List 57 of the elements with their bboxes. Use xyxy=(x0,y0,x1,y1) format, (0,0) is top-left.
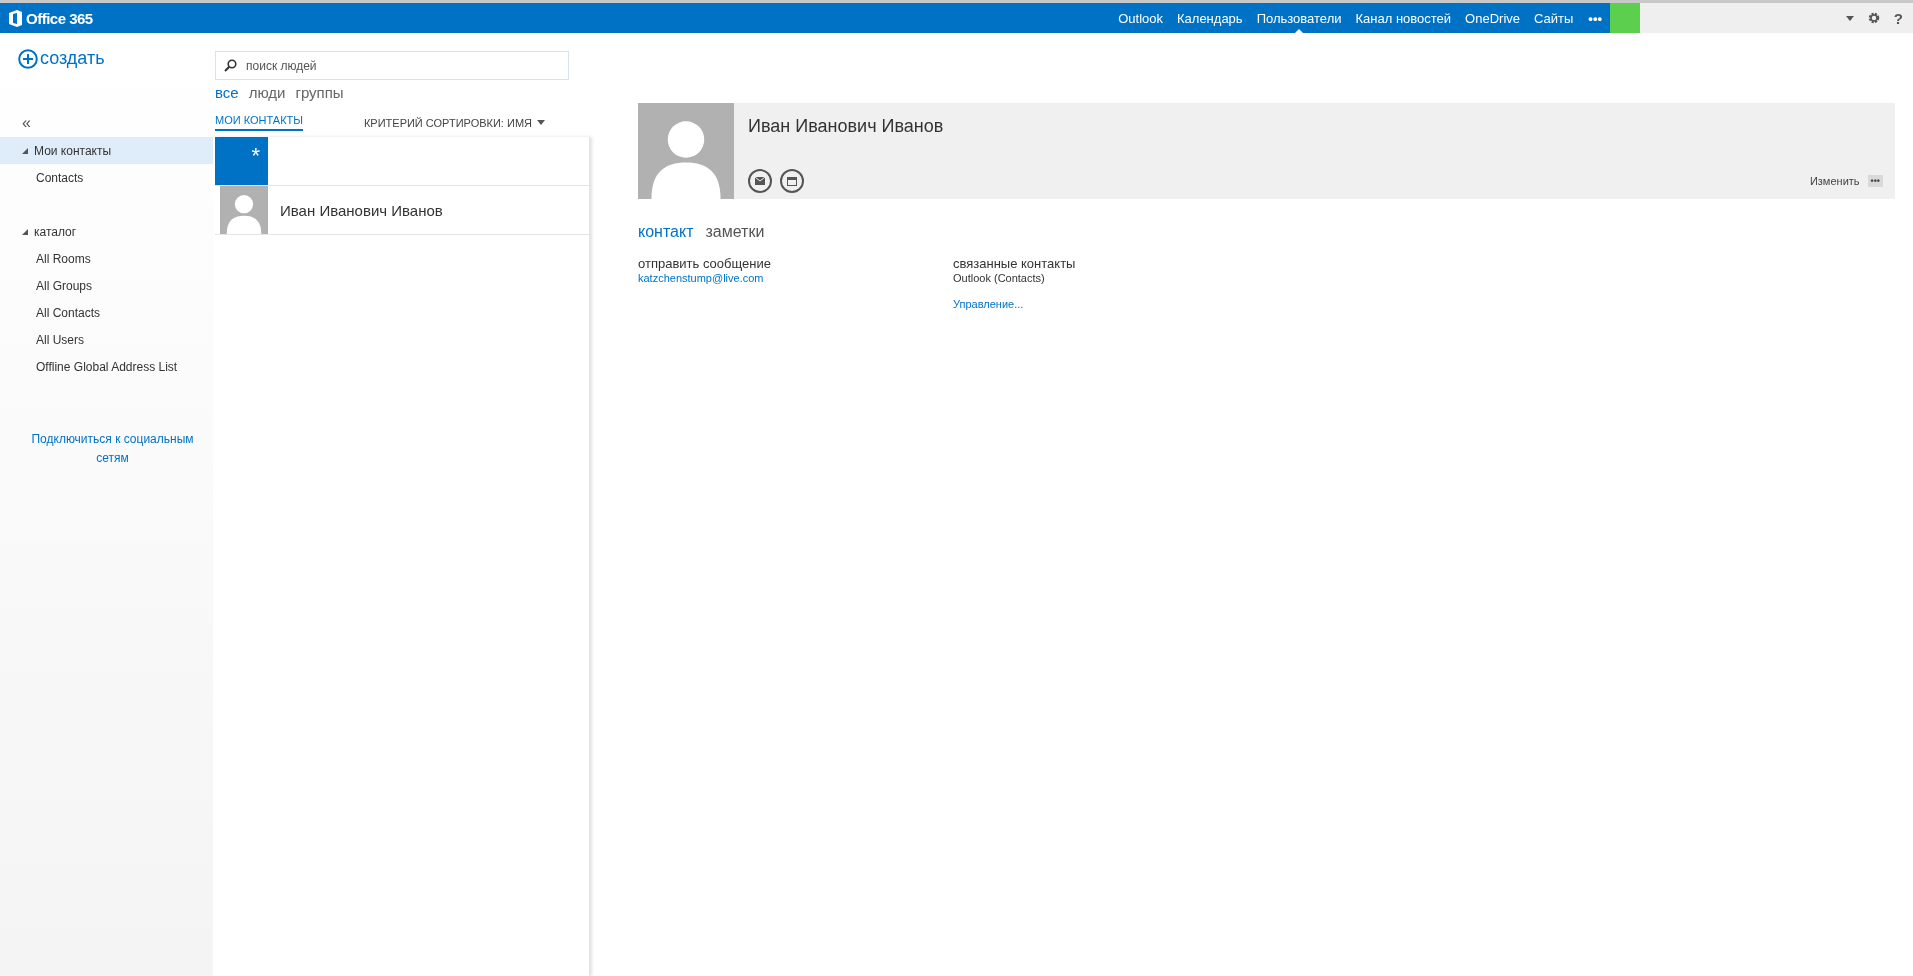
profile-name: Иван Иванович Иванов xyxy=(748,116,945,137)
avatar-icon xyxy=(220,186,268,234)
calendar-button[interactable] xyxy=(780,169,804,193)
nav-link[interactable]: Сайты xyxy=(1527,3,1581,33)
group-letter-tile: * xyxy=(215,137,268,185)
collapse-button[interactable]: « xyxy=(22,115,213,131)
folder-item[interactable]: All Users xyxy=(0,326,213,353)
filter-tab[interactable]: все xyxy=(215,84,239,101)
list-tab[interactable]: МОИ КОНТАКТЫ xyxy=(215,114,304,131)
plus-circle-icon xyxy=(18,48,38,69)
expand-triangle-icon[interactable] xyxy=(22,228,28,235)
section-heading: связанные контакты xyxy=(953,256,1077,271)
search-field[interactable]: поиск людей xyxy=(215,51,569,80)
app-logo[interactable]: Office 365 xyxy=(0,3,93,33)
search-icon xyxy=(224,59,237,72)
nav-link[interactable]: Outlook xyxy=(1111,3,1170,33)
section-heading: отправить сообщение xyxy=(638,256,772,271)
office-logo-icon xyxy=(9,9,22,27)
folder-item[interactable]: каталог xyxy=(0,218,213,245)
caret-icon xyxy=(537,120,545,125)
mail-button[interactable] xyxy=(748,169,772,193)
folder-item[interactable]: Мои контакты xyxy=(0,137,213,164)
status-tile xyxy=(1610,3,1640,33)
folder-label: каталог xyxy=(34,224,77,239)
social-link[interactable]: Подключиться к социальным сетям xyxy=(22,430,203,468)
settings-icon[interactable] xyxy=(1867,12,1880,24)
create-button[interactable]: создать xyxy=(18,48,213,69)
nav-link[interactable]: Пользователи xyxy=(1249,3,1349,33)
more-button[interactable]: ••• xyxy=(1867,175,1883,187)
profile-avatar-icon xyxy=(638,103,734,199)
profile-tab[interactable]: заметки xyxy=(705,223,765,241)
contact-name: Иван Иванович Иванов xyxy=(280,201,443,219)
edit-link[interactable]: Изменить xyxy=(1809,175,1860,187)
app-title: Office 365 xyxy=(26,9,93,27)
profile-tab[interactable]: контакт xyxy=(638,223,694,241)
detail-link[interactable]: Управление... xyxy=(953,298,1268,310)
folder-item[interactable]: All Groups xyxy=(0,272,213,299)
filter-tab[interactable]: люди xyxy=(248,84,286,101)
nav-link[interactable]: OneDrive xyxy=(1458,3,1527,33)
folder-label: Мои контакты xyxy=(34,143,112,158)
sort-dropdown[interactable]: КРИТЕРИЙ СОРТИРОВКИ: ИМЯ xyxy=(363,116,545,129)
detail-link[interactable]: katzchenstump@live.com xyxy=(638,272,953,284)
nav-link[interactable]: Канал новостей xyxy=(1348,3,1459,33)
nav-link[interactable]: Календарь xyxy=(1170,3,1250,33)
more-link[interactable]: ••• xyxy=(1580,3,1610,33)
contact-row[interactable]: Иван Иванович Иванов xyxy=(215,186,589,235)
folder-item[interactable]: Offline Global Address List xyxy=(0,353,213,380)
help-link[interactable]: ? xyxy=(1893,9,1903,27)
envelope-icon xyxy=(755,177,765,185)
folder-item[interactable]: All Contacts xyxy=(0,299,213,326)
filter-tab[interactable]: группы xyxy=(295,84,344,101)
folder-item[interactable]: Contacts xyxy=(0,164,213,191)
folder-item[interactable]: All Rooms xyxy=(0,245,213,272)
calendar-icon xyxy=(787,176,797,186)
detail-text: Outlook (Contacts) xyxy=(953,272,1046,284)
expand-triangle-icon[interactable] xyxy=(22,147,28,154)
caret-icon[interactable] xyxy=(1845,15,1854,21)
